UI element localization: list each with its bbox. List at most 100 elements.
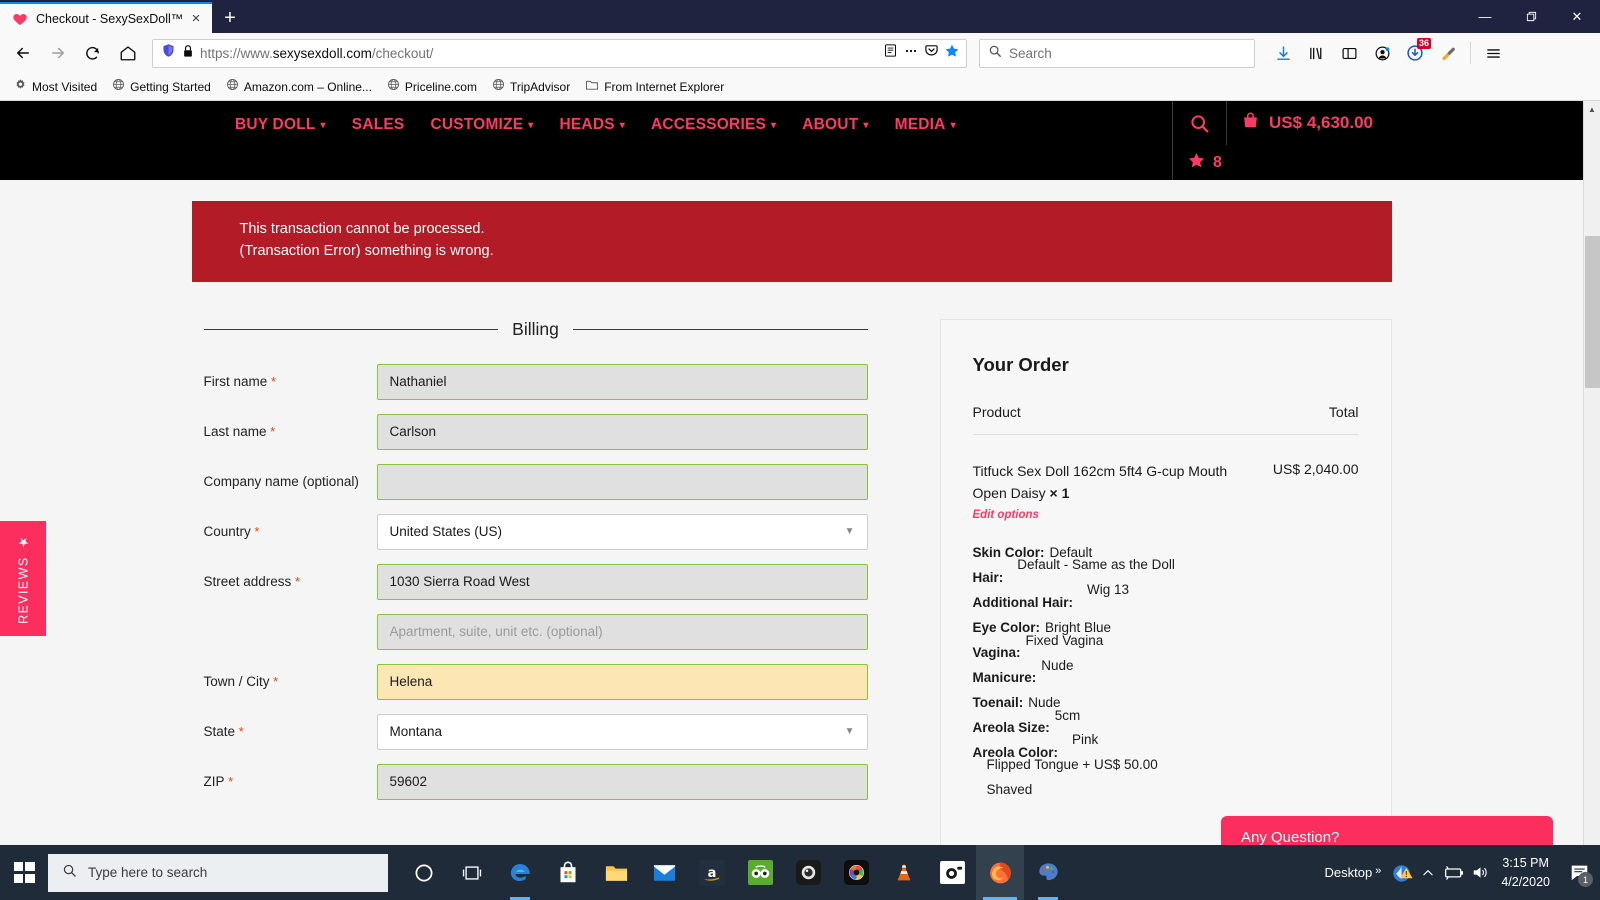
nav-item-sales[interactable]: SALES [339,116,418,134]
page-actions-icon[interactable] [903,43,919,64]
menu-icon[interactable] [1477,37,1509,69]
reviews-side-tab[interactable]: REVIEWS ★ [0,521,46,636]
camera-icon[interactable] [928,845,976,900]
browser-search-bar[interactable]: Search [979,38,1255,68]
edit-options-link[interactable]: Edit options [973,507,1261,525]
mail-icon[interactable] [640,845,688,900]
bookmark-priceline[interactable]: Priceline.com [381,75,483,99]
zip-input[interactable]: 59602 [376,763,868,800]
library-icon[interactable] [1300,37,1332,69]
tripadvisor-icon[interactable] [736,845,784,900]
clock-time: 3:15 PM [1502,856,1549,871]
chat-widget[interactable]: Any Question? [1221,815,1553,845]
overflow-icon[interactable]: » [1375,865,1381,877]
pocket-save-icon[interactable]: 36 [1399,37,1431,69]
forward-button[interactable] [41,37,74,70]
form-row-street-address: Street address * 1030 Sierra Road West [192,563,880,600]
scrollbar-track[interactable] [1584,118,1600,845]
account-icon[interactable] [1366,37,1398,69]
downloads-icon[interactable] [1267,37,1299,69]
back-button[interactable] [6,37,39,70]
site-search-button[interactable] [1173,101,1228,145]
file-explorer-icon[interactable] [592,845,640,900]
vlc-icon[interactable] [880,845,928,900]
reload-button[interactable] [76,37,109,70]
taskbar-search-box[interactable]: Type here to search [48,853,388,892]
error-line-2: (Transaction Error) something is wrong. [239,243,494,260]
paint-icon[interactable] [1024,845,1072,900]
bookmark-tripadvisor[interactable]: TripAdvisor [486,75,576,99]
label-zip: ZIP * [203,774,234,790]
nav-item-media[interactable]: MEDIA ▾ [882,116,969,134]
amazon-icon[interactable]: a [688,845,736,900]
nav-item-customize[interactable]: CUSTOMIZE ▾ [417,116,546,134]
camera-app-icon[interactable] [784,845,832,900]
nav-item-accessories[interactable]: ACCESSORIES ▾ [638,116,789,134]
option-label: Manicure: [972,670,1037,686]
action-center-icon[interactable]: 1 [1562,845,1596,900]
bookmark-label: Most Visited [32,79,98,94]
edge-icon[interactable] [496,845,544,900]
nav-item-buy-doll[interactable]: BUY DOLL ▾ [222,116,339,134]
clock[interactable]: 3:15 PM 4/2/2020 [1493,854,1562,890]
town-city-input[interactable]: Helena [376,663,868,700]
browser-tab[interactable]: Checkout - SexySexDoll™ × [0,2,212,33]
company-name-input[interactable] [376,463,868,500]
required-marker: * [266,424,276,440]
bookmark-amazon[interactable]: Amazon.com – Online... [220,75,378,99]
nav-item-about[interactable]: ABOUT ▾ [789,116,881,134]
last-name-input[interactable]: Carlson [376,413,868,450]
cart-button[interactable]: US$ 4,630.00 [1227,111,1373,135]
home-button[interactable] [111,37,144,70]
chevron-down-icon: ▾ [950,119,956,131]
browser-window: Checkout - SexySexDoll™ × + — ✕ https://… [0,0,1600,845]
restore-icon[interactable] [1508,0,1554,33]
microsoft-store-icon[interactable] [544,845,592,900]
sidebar-icon[interactable] [1333,37,1365,69]
street-address-input[interactable]: 1030 Sierra Road West [376,563,868,600]
scroll-up-icon[interactable]: ▲ [1588,101,1596,118]
new-tab-button[interactable]: + [214,4,246,33]
reader-mode-icon[interactable] [883,43,898,63]
bookmark-from-internet-explorer[interactable]: From Internet Explorer [579,75,730,99]
nav-item-heads[interactable]: HEADS ▾ [547,116,639,134]
pocket-icon[interactable] [924,43,939,63]
state-select[interactable]: Montana ▼ [376,713,868,750]
country-select[interactable]: United States (US) ▼ [376,513,868,550]
url-bar[interactable]: https://www.sexysexdoll.com/checkout/ [152,38,967,68]
task-view-icon[interactable] [448,845,496,900]
shield-icon[interactable] [161,43,176,63]
required-marker: * [267,374,276,390]
first-name-input[interactable]: Nathaniel [376,363,868,400]
bookmark-getting-started[interactable]: Getting Started [106,75,217,99]
desktop-label[interactable]: Desktop » [1317,865,1390,880]
firefox-icon[interactable] [976,845,1024,900]
battery-icon[interactable] [1441,845,1467,900]
start-button[interactable] [0,845,48,900]
volume-icon[interactable] [1467,845,1493,900]
nav-label: BUY DOLL [235,116,316,133]
page-scrollbar[interactable]: ▲ [1583,101,1600,845]
site-navigation: BUY DOLL ▾ SALES CUSTOMIZE ▾ HEADS ▾ ACC… [0,101,969,149]
nav-label: ABOUT [802,116,859,133]
show-hidden-icons-icon[interactable] [1415,845,1441,900]
label-company-name: Company name (optional) [203,474,359,490]
close-icon[interactable]: × [186,9,206,29]
cortana-icon[interactable] [400,845,448,900]
option-row-vagina: Vagina: Fixed Vagina [973,633,1359,670]
security-warning-icon[interactable] [1389,845,1415,900]
transaction-error-banner: This transaction cannot be processed. (T… [191,201,1392,282]
photo-app-icon[interactable] [832,845,880,900]
close-window-icon[interactable]: ✕ [1554,0,1600,33]
address-line-2-input[interactable]: Apartment, suite, unit etc. (optional) [376,613,868,650]
scrollbar-thumb[interactable] [1584,236,1600,388]
bookmark-most-visited[interactable]: Most Visited [8,75,103,99]
nav-label: ACCESSORIES [651,116,767,133]
urlbar-action-icons [883,43,962,64]
bookmark-star-icon[interactable] [944,43,960,64]
extension-icon[interactable] [1432,37,1464,69]
minimize-icon[interactable]: — [1462,0,1508,33]
bookmarks-bar: Most Visited Getting Started Amazon.com … [0,73,1600,101]
wishlist-button[interactable]: 8 [1172,145,1373,180]
required-marker: * [250,524,260,540]
